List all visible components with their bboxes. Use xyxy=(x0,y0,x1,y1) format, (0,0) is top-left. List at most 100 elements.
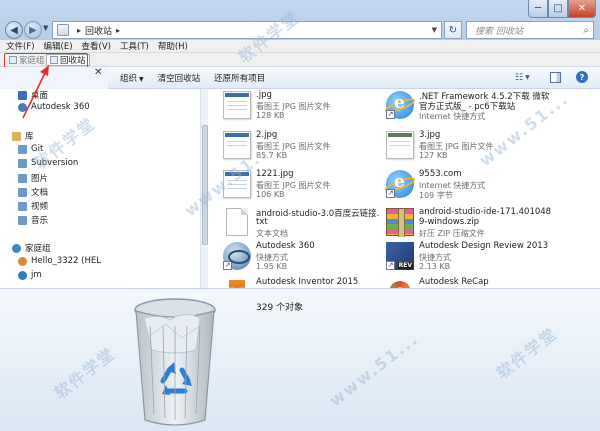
help-button[interactable]: ? xyxy=(576,71,588,83)
nav-item-label: 桌面 xyxy=(31,91,49,101)
view-icon: ☷ xyxy=(515,72,524,83)
file-name: Autodesk Design Review 2013 xyxy=(419,241,549,251)
recycle-bin-icon xyxy=(57,24,69,36)
file-item[interactable]: android-studio-ide-171.401048 9-windows.… xyxy=(371,206,551,240)
nav-item-label: 视频 xyxy=(31,202,49,212)
file-name-line2: 9-windows.zip xyxy=(419,217,480,227)
tab-highlight-box xyxy=(4,53,88,68)
zip-archive-icon xyxy=(386,208,414,237)
file-item[interactable]: android-studio-3.0百度云链接. txt 文本文档 xyxy=(208,206,388,240)
file-item[interactable]: 2.jpg 看图王 JPG 图片文件 85.7 KB xyxy=(208,129,388,163)
file-name: 3.jpg xyxy=(419,130,441,140)
git-icon xyxy=(18,144,27,154)
documents-icon xyxy=(18,187,27,197)
search-icon[interactable]: ⌕ xyxy=(583,25,589,36)
empty-recycle-bin-button[interactable]: 清空回收站 xyxy=(158,72,201,84)
nav-item-label: Autodesk 360 xyxy=(31,102,90,112)
change-view-button[interactable]: ☷ ▼ xyxy=(515,71,537,84)
nav-item-label: Hello_3322 (HEL xyxy=(31,256,101,266)
file-name: Autodesk ReCap xyxy=(419,277,489,287)
help-icon: ? xyxy=(579,72,585,82)
videos-icon xyxy=(18,201,27,211)
file-name: Autodesk Inventor 2015 xyxy=(256,277,359,287)
menu-help[interactable]: 帮助(H) xyxy=(158,40,188,52)
navigation-tree: 桌面 Autodesk 360 库 Git Subversion 图片 文档 视… xyxy=(0,89,200,288)
nav-item-desktop[interactable]: 桌面 xyxy=(18,89,48,101)
nav-item-homegroup[interactable]: 家庭组 xyxy=(12,242,51,254)
close-pane-icon[interactable]: ✕ xyxy=(94,67,102,78)
menu-file[interactable]: 文件(F) xyxy=(6,40,35,52)
restore-all-button[interactable]: 还原所有项目 xyxy=(214,72,265,84)
preview-pane-button[interactable] xyxy=(550,72,561,83)
jpg-thumbnail-icon xyxy=(386,131,414,159)
desktop-icon xyxy=(18,90,27,100)
autodesk-360-icon: ↗ xyxy=(223,242,251,270)
design-review-icon: ↗ xyxy=(386,242,414,270)
nav-item-music[interactable]: 音乐 xyxy=(18,214,48,226)
file-item[interactable]: ↗ Autodesk Design Review 2013 快捷方式 2.13 … xyxy=(371,240,551,274)
nav-item-autodesk-360[interactable]: Autodesk 360 xyxy=(18,102,90,112)
file-name: 9553.com xyxy=(419,169,462,179)
menu-view[interactable]: 查看(V) xyxy=(82,40,111,52)
dropdown-arrow-icon: ▼ xyxy=(139,75,144,83)
forward-arrow-icon: ▶ xyxy=(29,24,37,36)
refresh-icon: ↻ xyxy=(448,24,458,36)
nav-item-pictures[interactable]: 图片 xyxy=(18,172,48,184)
menu-tools[interactable]: 工具(T) xyxy=(120,40,149,52)
nav-item-label: 家庭组 xyxy=(25,244,51,254)
navigation-pane-header xyxy=(0,67,108,89)
file-name: 1221.jpg xyxy=(256,169,294,179)
nav-item-label: 音乐 xyxy=(31,216,49,226)
breadcrumb-recycle-bin[interactable]: 回收站 xyxy=(85,24,112,37)
internet-shortcut-icon: ↗ xyxy=(383,170,417,198)
search-placeholder: 搜索 回收站 xyxy=(475,26,523,37)
forward-button[interactable]: ▶ xyxy=(24,21,42,39)
nav-item-user-jm[interactable]: jm xyxy=(18,270,42,280)
nav-item-library[interactable]: 库 xyxy=(12,130,34,142)
maximize-button[interactable]: □ xyxy=(548,0,568,18)
close-button[interactable]: ✕ xyxy=(568,0,596,18)
breadcrumb-separator-icon[interactable]: ▸ xyxy=(77,26,81,35)
history-dropdown-icon[interactable]: ▼ xyxy=(43,24,48,32)
dropdown-arrow-icon: ▼ xyxy=(525,74,530,81)
file-name: .jpg xyxy=(256,90,272,100)
breadcrumb-separator-icon[interactable]: ▸ xyxy=(116,26,120,35)
minimize-button[interactable]: ─ xyxy=(528,0,548,18)
address-dropdown-icon[interactable]: ▼ xyxy=(432,26,437,34)
refresh-button[interactable]: ↻ xyxy=(444,21,462,39)
jpg-thumbnail-icon xyxy=(223,91,251,119)
organize-label: 组织 xyxy=(120,73,138,84)
nav-item-label: 库 xyxy=(25,132,34,142)
shortcut-arrow-icon: ↗ xyxy=(386,110,395,119)
file-item[interactable]: ↗ Autodesk 360 快捷方式 1.95 KB xyxy=(208,240,388,274)
file-size: 2.13 KB xyxy=(419,262,451,271)
search-input[interactable]: 搜索 回收站 ⌕ xyxy=(466,21,594,39)
internet-shortcut-icon: ↗ xyxy=(383,91,417,119)
file-type: 文本文档 xyxy=(256,229,288,238)
file-size: 109 字节 xyxy=(419,191,453,200)
organize-button[interactable]: 组织 ▼ xyxy=(120,72,144,84)
file-item[interactable]: .jpg 看图王 JPG 图片文件 128 KB xyxy=(208,89,388,123)
music-icon xyxy=(18,215,27,225)
back-button[interactable]: ◀ xyxy=(5,21,23,39)
subversion-icon xyxy=(18,158,27,168)
nav-item-user-hello[interactable]: Hello_3322 (HEL xyxy=(18,256,101,266)
autodesk-360-icon xyxy=(18,102,27,112)
object-count: 329 个对象 xyxy=(256,303,304,313)
file-item[interactable]: ↗ 9553.com Internet 快捷方式 109 字节 xyxy=(371,168,551,202)
file-size: 128 KB xyxy=(256,111,285,120)
nav-item-documents[interactable]: 文档 xyxy=(18,186,48,198)
file-type: Internet 快捷方式 xyxy=(419,112,486,121)
menu-edit[interactable]: 编辑(E) xyxy=(44,40,73,52)
menu-bar: 文件(F) 编辑(E) 查看(V) 工具(T) 帮助(H) xyxy=(0,40,600,53)
file-type: 好压 ZIP 压缩文件 xyxy=(419,229,485,238)
nav-item-videos[interactable]: 视频 xyxy=(18,200,48,212)
library-icon xyxy=(12,131,21,141)
user-icon xyxy=(18,256,27,266)
nav-item-label: 文档 xyxy=(31,188,49,198)
recycle-bin-large-icon xyxy=(134,298,216,426)
file-name: android-studio-3.0百度云链接. xyxy=(256,209,380,219)
shortcut-arrow-icon: ↗ xyxy=(223,261,232,270)
user-icon xyxy=(18,270,27,280)
file-name-line2: txt xyxy=(256,217,268,227)
